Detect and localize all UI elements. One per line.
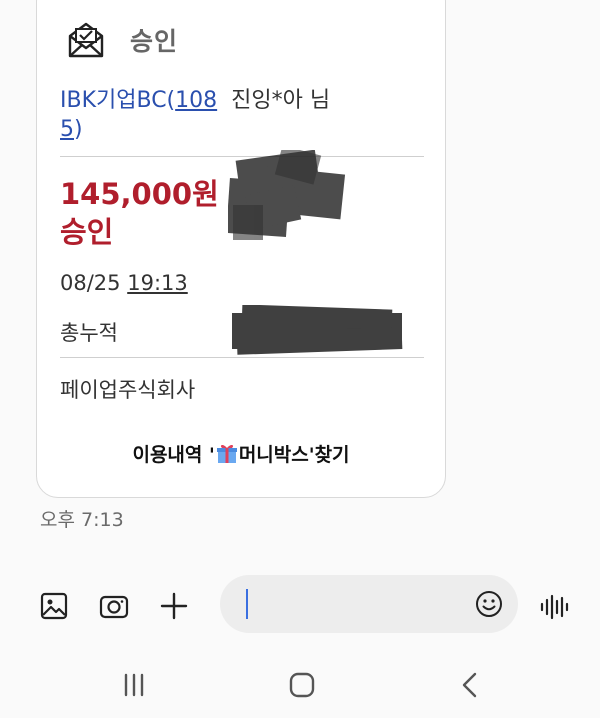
back-icon[interactable] xyxy=(450,668,490,702)
camera-icon[interactable] xyxy=(98,590,130,622)
redaction-scribble xyxy=(232,305,403,355)
envelope-check-icon xyxy=(68,22,104,58)
sender-bank: IBK기업BC( xyxy=(60,88,176,113)
transaction-time[interactable]: 19:13 xyxy=(127,271,188,295)
plus-icon[interactable] xyxy=(158,590,190,622)
transaction-datetime: 08/25 19:13 xyxy=(60,271,188,295)
redaction-scribble xyxy=(228,150,346,240)
amount-value: 145,000원 xyxy=(60,177,219,211)
total-label: 총누적 xyxy=(60,321,118,345)
smiley-icon[interactable] xyxy=(474,589,504,619)
sender-close-paren: ) xyxy=(74,117,83,142)
approval-status: 승인 xyxy=(60,215,114,249)
money-box-link[interactable]: 이용내역 ' 머니박스'찾기 xyxy=(36,440,446,467)
card-number-link-2[interactable]: 5 xyxy=(60,117,74,142)
gift-icon xyxy=(216,444,237,463)
divider xyxy=(60,357,424,358)
merchant-name: 페이업주식회사 xyxy=(60,378,196,402)
message-input[interactable] xyxy=(220,575,518,633)
recent-apps-icon[interactable] xyxy=(114,668,154,702)
amount-block: 145,000원 승인 xyxy=(60,175,219,251)
card-number-link-1[interactable]: 108 xyxy=(175,88,217,113)
transaction-date: 08/25 xyxy=(60,271,121,295)
promo-suffix: 머니박스'찾기 xyxy=(238,444,350,466)
voice-wave-icon[interactable] xyxy=(538,590,572,624)
message-header: 승인 xyxy=(66,18,178,62)
header-title: 승인 xyxy=(130,27,179,56)
promo-prefix: 이용내역 ' xyxy=(132,444,215,466)
text-cursor xyxy=(246,589,248,619)
message-timestamp: 오후 7:13 xyxy=(40,509,124,531)
image-icon[interactable] xyxy=(38,590,70,622)
sender-name: 진잉*아 님 xyxy=(231,88,331,113)
sender-info: IBK기업BC(108 진잉*아 님 5) xyxy=(60,86,390,144)
home-icon[interactable] xyxy=(282,668,322,702)
